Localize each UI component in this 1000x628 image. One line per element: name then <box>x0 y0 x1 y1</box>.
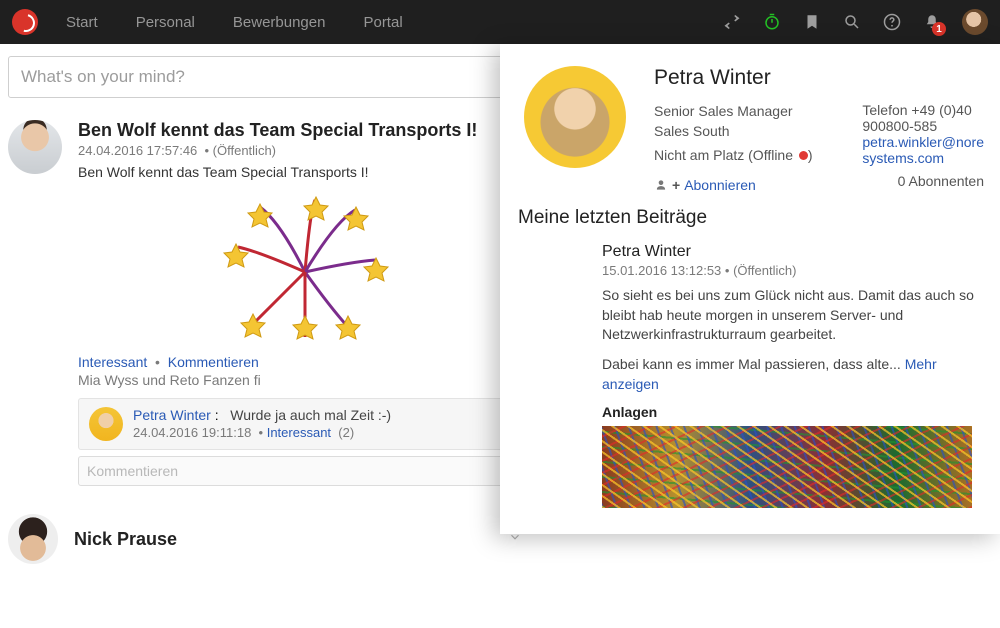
profile-popover: Petra Winter Senior Sales Manager Sales … <box>500 44 1000 534</box>
nav-personal[interactable]: Personal <box>136 14 195 31</box>
profile-email[interactable]: petra.winkler@noresystems.com <box>862 134 984 166</box>
composer-input[interactable]: What's on your mind? <box>8 56 532 98</box>
current-user-avatar[interactable] <box>962 9 988 35</box>
person-icon <box>654 178 668 192</box>
follow-control[interactable]: + Abonnieren <box>654 177 813 193</box>
comment-text: Wurde ja auch mal Zeit :-) <box>230 407 391 423</box>
comment-author[interactable]: Petra Winter <box>133 407 211 423</box>
comment: Petra Winter : Wurde ja auch mal Zeit :-… <box>78 398 532 450</box>
post-meta: 24.04.2016 17:57:46 • (Öffentlich) <box>78 143 532 158</box>
post-timestamp: 24.04.2016 17:57:46 <box>78 143 197 158</box>
comment-action-interesting[interactable]: Interessant <box>267 425 331 440</box>
help-icon[interactable] <box>882 12 902 32</box>
top-bar: Start Personal Bewerbungen Portal 1 <box>0 0 1000 44</box>
profile-jobtitle: Senior Sales Manager <box>654 102 813 122</box>
post-title: Ben Wolf kennt das Team Special Transpor… <box>78 120 532 141</box>
nav-start[interactable]: Start <box>66 14 98 31</box>
recent-post-text: So sieht es bei uns zum Glück nicht aus.… <box>602 286 994 345</box>
bookmark-icon[interactable] <box>802 12 822 32</box>
recent-post-text-2: Dabei kann es immer Mal passieren, dass … <box>602 355 994 394</box>
post-author-avatar[interactable] <box>8 514 58 564</box>
recent-post-author: Petra Winter <box>602 243 994 261</box>
recent-posts-heading: Meine letzten Beiträge <box>518 207 1000 229</box>
action-interesting[interactable]: Interessant <box>78 354 147 370</box>
profile-recent-post: Petra Winter 15.01.2016 13:12:53 • (Öffe… <box>524 243 1000 508</box>
comment-interest-count: (2) <box>338 425 354 440</box>
comment-sep: : <box>215 407 219 423</box>
status-dot-icon <box>799 151 808 160</box>
profile-phone-2: 900800-585 <box>862 118 984 134</box>
plus-icon: + <box>672 177 680 193</box>
post-likes-summary: Mia Wyss und Reto Fanzen fi <box>78 372 532 388</box>
feed-column: What's on your mind? Ben Wolf kennt das … <box>0 44 540 564</box>
post-image <box>78 188 532 350</box>
stopwatch-icon[interactable] <box>762 12 782 32</box>
comment-meta: 24.04.2016 19:11:18 • Interessant (2) <box>133 425 521 440</box>
fireworks-icon <box>220 192 390 342</box>
profile-avatar[interactable] <box>524 66 626 168</box>
action-comment[interactable]: Kommentieren <box>168 354 259 370</box>
swap-icon[interactable] <box>722 12 742 32</box>
comment-author-avatar[interactable] <box>89 407 123 441</box>
profile-phone: Telefon +49 (0)40 <box>862 102 984 118</box>
profile-status: Nicht am Platz (Offline ) <box>654 147 813 163</box>
follow-link[interactable]: Abonnieren <box>684 177 756 193</box>
post-actions: Interessant • Kommentieren <box>78 354 532 370</box>
comment-timestamp: 24.04.2016 19:11:18 <box>133 425 251 440</box>
search-icon[interactable] <box>842 12 862 32</box>
post-visibility: (Öffentlich) <box>213 143 276 158</box>
comment-input[interactable]: Kommentieren <box>78 456 532 486</box>
post-author-avatar[interactable] <box>8 120 62 174</box>
post-text: Ben Wolf kennt das Team Special Transpor… <box>78 164 532 180</box>
profile-name: Petra Winter <box>654 66 984 90</box>
notification-badge: 1 <box>932 22 946 36</box>
notifications-icon[interactable]: 1 <box>922 12 942 32</box>
app-logo-icon[interactable] <box>12 9 38 35</box>
recent-post-meta: 15.01.2016 13:12:53 • (Öffentlich) <box>602 263 994 278</box>
comments: Petra Winter : Wurde ja auch mal Zeit :-… <box>78 398 532 486</box>
attachments-heading: Anlagen <box>602 404 994 420</box>
profile-department: Sales South <box>654 122 813 142</box>
feed-post: Ben Wolf kennt das Team Special Transpor… <box>8 120 532 486</box>
nav-portal[interactable]: Portal <box>363 14 402 31</box>
feed-post: Nick Prause <box>8 514 532 564</box>
post-author-name: Nick Prause <box>74 529 177 550</box>
topbar-actions: 1 <box>722 9 988 35</box>
attachment-image[interactable] <box>602 426 972 508</box>
nav-bewerbungen[interactable]: Bewerbungen <box>233 14 326 31</box>
